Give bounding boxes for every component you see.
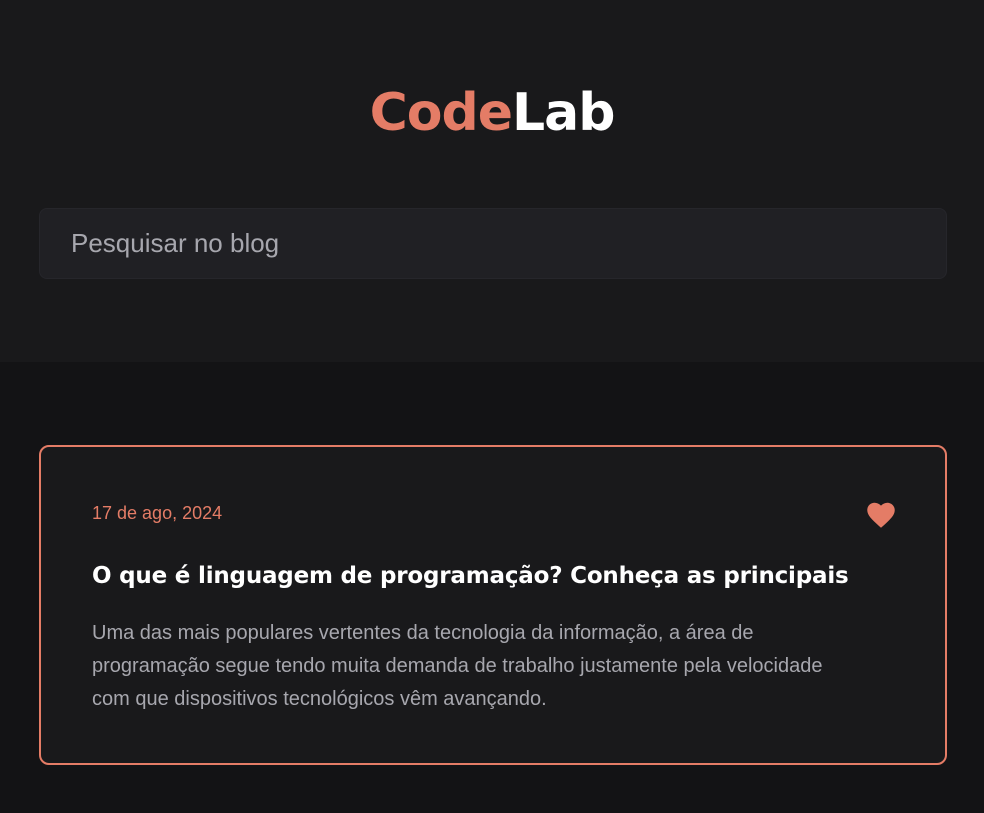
logo-code: Code — [369, 83, 513, 143]
post-date: 17 de ago, 2024 — [92, 503, 223, 523]
blog-header: CodeLab — [0, 0, 984, 362]
search-input[interactable] — [40, 209, 946, 278]
heart-icon[interactable] — [865, 499, 897, 529]
logo-lab: Lab — [511, 83, 615, 143]
post-card[interactable]: 17 de ago, 2024 O que é linguagem de pro… — [39, 445, 947, 765]
post-title[interactable]: O que é linguagem de programação? Conheç… — [92, 561, 849, 591]
search-box — [39, 208, 947, 279]
post-excerpt: Uma das mais populares vertentes da tecn… — [92, 622, 823, 710]
site-logo[interactable]: CodeLab — [0, 82, 984, 144]
